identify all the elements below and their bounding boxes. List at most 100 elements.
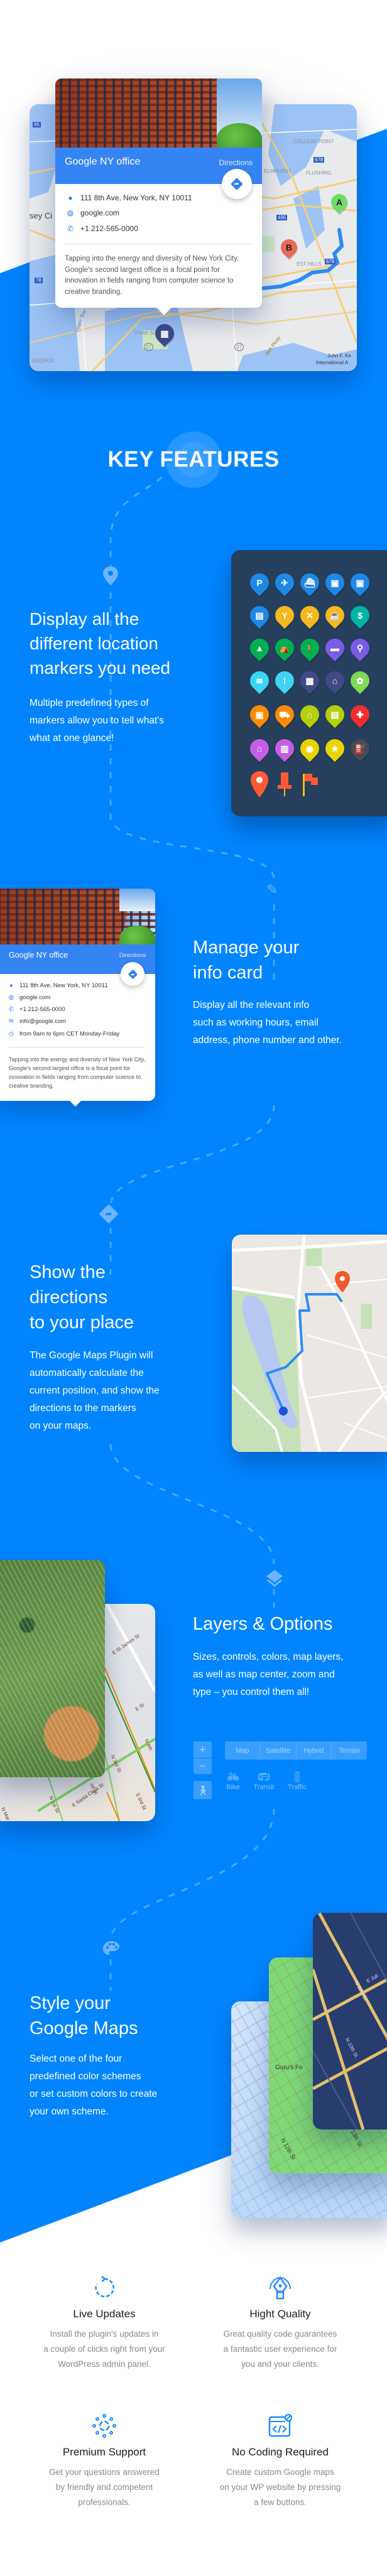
directions-link[interactable]: Directions	[219, 158, 253, 167]
gas-icon: ⛽	[354, 744, 366, 754]
ferry-icon: ⛴	[304, 578, 315, 588]
marker-shopping[interactable]: ▣	[246, 701, 273, 728]
markers-text: Multiple predefined types of markers allo…	[30, 698, 165, 744]
marker-atm[interactable]: $	[346, 602, 374, 629]
marker-library[interactable]: ▤	[321, 701, 349, 728]
satellite-map-card[interactable]	[0, 1560, 105, 1777]
layer-bike[interactable]: 🚲︎ Bike	[217, 1772, 249, 1791]
home-icon: ⌂	[332, 676, 338, 686]
marker-pets[interactable]: ✿	[346, 667, 374, 695]
cart-icon: ⛟	[279, 710, 290, 720]
marker-museum[interactable]: ⌂	[246, 735, 273, 762]
website-row: ◍ google.com	[65, 208, 119, 217]
map-label: COLLEGE POINT	[293, 139, 334, 144]
marker-airport[interactable]: ✈	[271, 569, 298, 597]
marker-ferry[interactable]: ⛴	[296, 569, 324, 597]
map-label: International A	[316, 360, 349, 365]
layers-icon	[266, 1570, 283, 1591]
hiking-icon: 🚶	[304, 643, 315, 653]
website-link[interactable]: google.com	[80, 208, 119, 217]
phone-icon: ✆	[9, 1006, 14, 1013]
phone-text: +1 212-565-0000	[80, 224, 138, 233]
directions-icon: ➦	[231, 178, 243, 190]
marker-b[interactable]: B	[277, 235, 301, 259]
marker-mountain[interactable]: ▲	[246, 634, 273, 662]
marker-camping[interactable]: ⛺	[271, 634, 298, 662]
marker-parking[interactable]: P	[246, 569, 273, 597]
hours-row: ◷ from 9am to 6pm CET Monday-Friday	[8, 1031, 120, 1037]
directions-button[interactable]: ➦	[121, 962, 144, 986]
directions-icon: ➦	[128, 969, 138, 979]
map-type-satellite[interactable]: Satellite	[261, 1741, 297, 1760]
marker-pin-icon[interactable]	[250, 771, 269, 801]
marker-camera[interactable]: ◉	[296, 735, 324, 762]
marker-cafe[interactable]: ☕	[321, 602, 349, 629]
subway-icon: ▣	[356, 578, 364, 588]
style-title: Style your Google Maps	[30, 1993, 138, 2038]
feature-title: Live Updates	[73, 2308, 136, 2320]
info-card-text: Display all the relevant info such as wor…	[193, 1000, 342, 1046]
layers-text: Sizes, controls, colors, map layers, as w…	[193, 1652, 344, 1697]
phone-row: ✆ +1 212-565-0000	[8, 1006, 65, 1013]
map-type-map[interactable]: Map	[225, 1741, 261, 1760]
directions-button[interactable]: ➦	[222, 169, 252, 199]
marker-wifi[interactable]: ≋	[246, 667, 273, 695]
marker-a[interactable]: A	[327, 190, 351, 214]
page: COLLEGE POINT FLUSHING ELMHURST EST HILL…	[0, 0, 387, 2576]
marker-cart[interactable]: ⛟	[271, 701, 298, 728]
map-type-hybrid[interactable]: Hybrid	[297, 1741, 332, 1760]
card-title: Google NY office	[9, 951, 68, 960]
directions-map[interactable]	[232, 1235, 387, 1452]
style-map-navy[interactable]: N 10th St N 10th St E Juli	[313, 1913, 387, 2130]
building-marker[interactable]: ▦	[151, 320, 178, 347]
feature-no-coding: No Coding Required Create custom Google …	[199, 2413, 362, 2510]
marker-school[interactable]: ⌂	[296, 701, 324, 728]
bus-icon: ▤	[255, 610, 264, 620]
refresh-icon	[23, 2275, 186, 2300]
card-pointer	[156, 308, 172, 315]
marker-restaurant[interactable]: ✕	[296, 602, 324, 629]
marker-subway[interactable]: ▣	[346, 569, 374, 597]
marker-hotel[interactable]: ▬	[321, 634, 349, 662]
directions-icon: ➦	[99, 1204, 119, 1224]
traffic-light-icon: 🚦︎	[290, 1772, 304, 1783]
marker-pushpin-icon[interactable]	[275, 771, 294, 801]
directions-map-graphic	[232, 1235, 387, 1452]
marker-bar[interactable]: Y	[271, 602, 298, 629]
bike-icon: 🚲︎	[226, 1772, 240, 1783]
airport-icon: ✈	[281, 578, 288, 588]
card-pointer	[70, 1101, 81, 1107]
map-type-terrain[interactable]: Terrain	[332, 1741, 367, 1760]
feature-text: Install the plugin's updates in a couple …	[43, 2329, 165, 2369]
zoom-in-button[interactable]: +	[194, 1741, 212, 1758]
marker-hiking[interactable]: 🚶	[296, 634, 324, 662]
marker-bus[interactable]: ▤	[246, 602, 273, 629]
street-view-button[interactable]: 🚶︎	[194, 1781, 212, 1799]
marker-movie[interactable]: ▥	[271, 735, 298, 762]
marker-restroom[interactable]: ⚲	[346, 634, 374, 662]
marker-info[interactable]: i	[271, 667, 298, 695]
office-photo	[0, 889, 155, 944]
layer-traffic[interactable]: 🚦︎ Traffic	[281, 1772, 313, 1791]
marker-gas[interactable]: ⛽	[346, 735, 374, 762]
marker-office[interactable]: ▦	[296, 667, 324, 695]
map-pin-icon	[103, 566, 118, 589]
hospital-icon: ✚	[356, 710, 364, 720]
layer-transit[interactable]: 🚌︎ Transit	[248, 1772, 280, 1791]
feature-text: Create custom Google maps on your WP webs…	[219, 2467, 341, 2507]
marker-train[interactable]: ▣	[321, 569, 349, 597]
marker-home[interactable]: ⌂	[321, 667, 349, 695]
marker-hospital[interactable]: ✚	[346, 701, 374, 728]
highway-shield: 495	[276, 215, 288, 220]
shopping-icon: ▣	[255, 710, 264, 720]
zoom-out-button[interactable]: −	[194, 1758, 212, 1774]
map-label: EST HILLS	[297, 261, 322, 267]
directions-link[interactable]: Directions	[119, 952, 146, 959]
marker-star[interactable]: ★	[321, 735, 349, 762]
highway-shield: 678	[313, 157, 325, 163]
highway-shield: 678	[325, 259, 336, 264]
restroom-icon: ⚲	[356, 643, 364, 653]
destination-marker[interactable]	[335, 1271, 350, 1296]
current-position-dot	[279, 1407, 288, 1415]
marker-flag-icon[interactable]	[300, 771, 319, 801]
